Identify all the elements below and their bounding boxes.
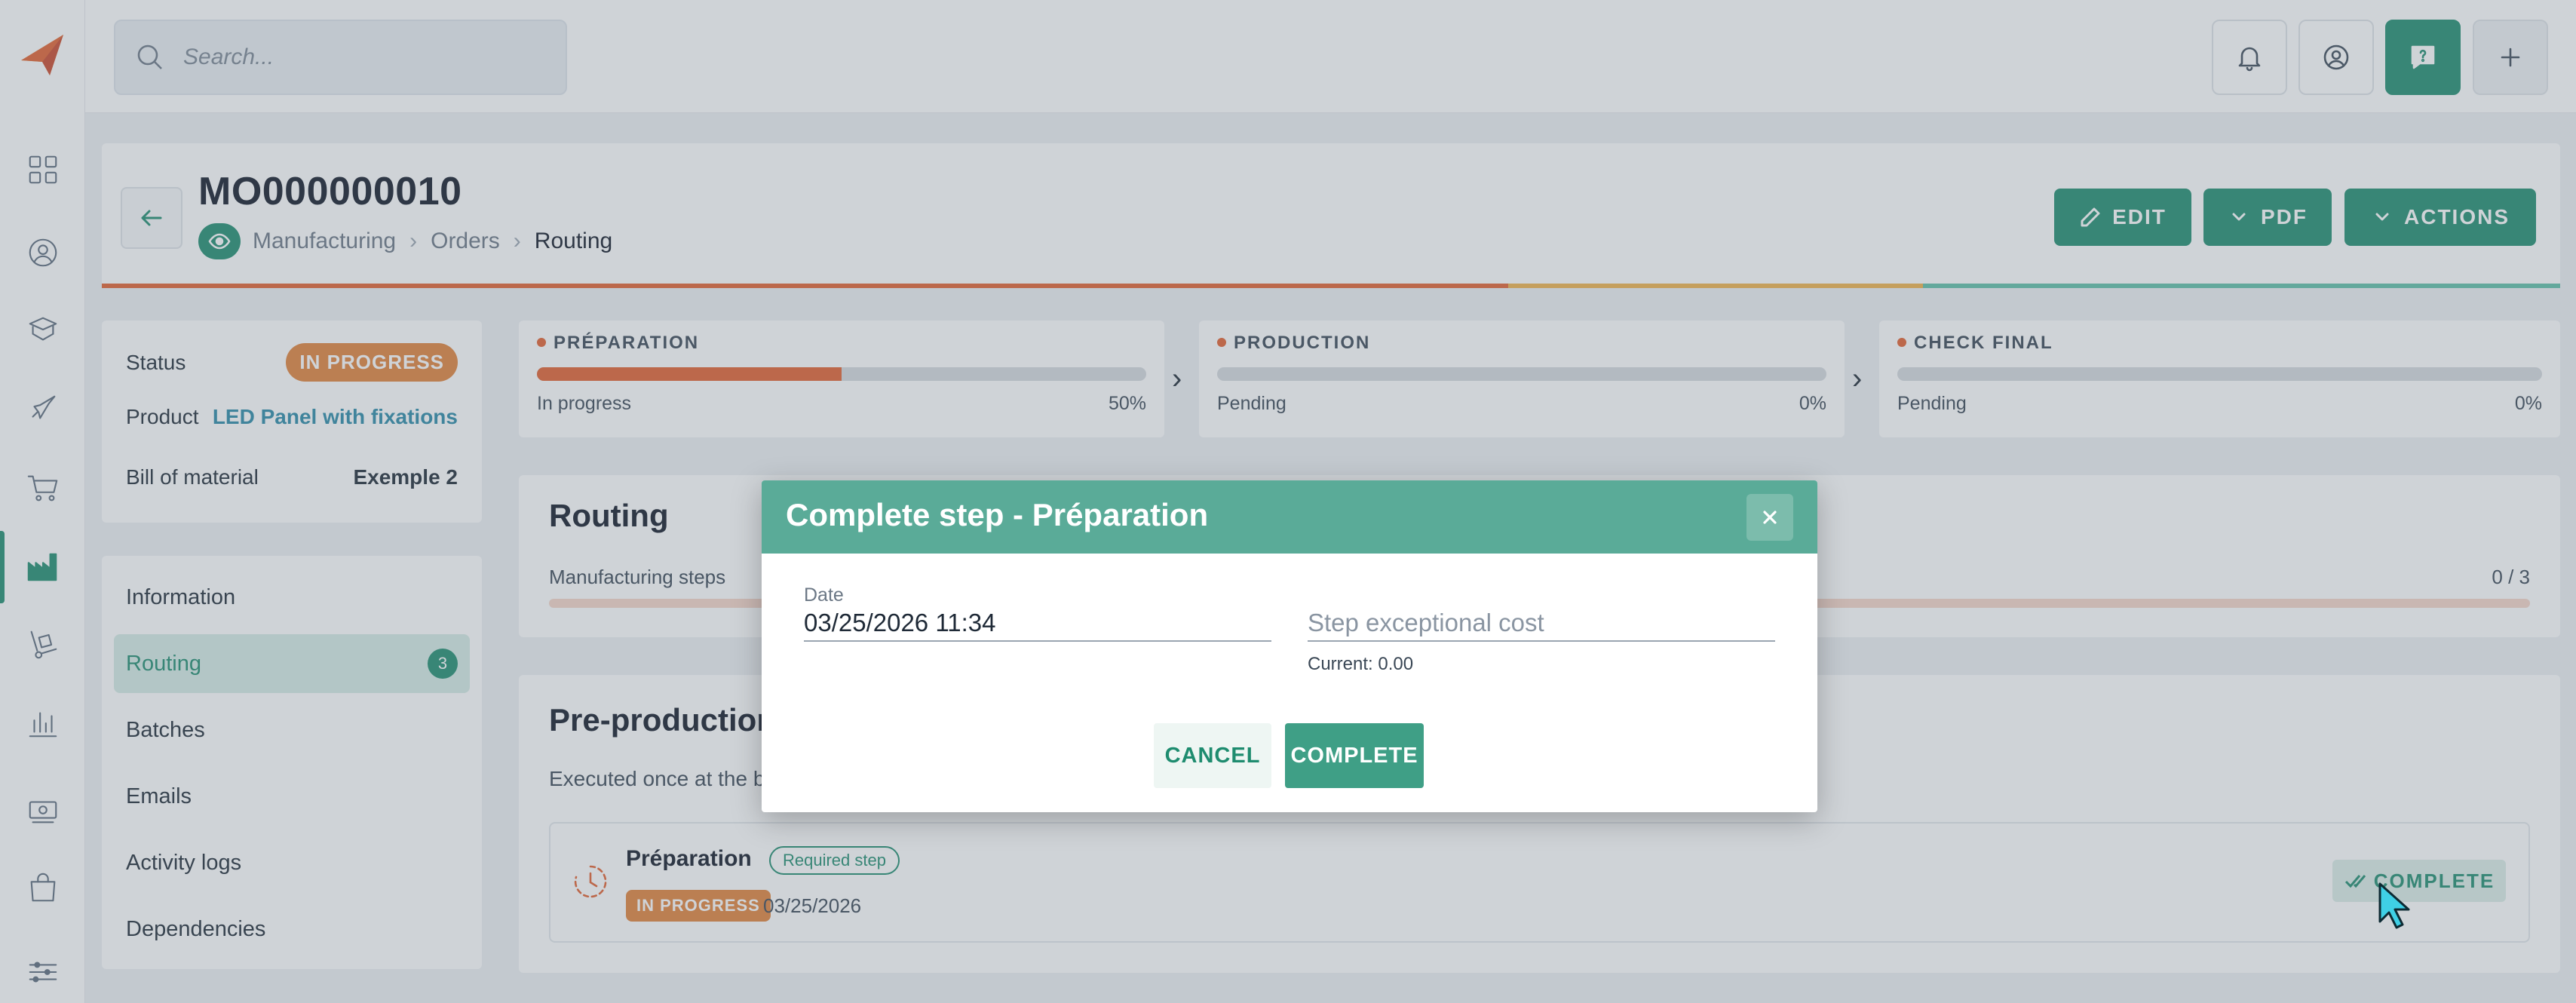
date-field-label: Date (804, 584, 844, 606)
cost-current-hint: Current: 0.00 (1308, 654, 1414, 674)
close-icon (1763, 511, 1777, 524)
complete-step-dialog: Complete step - Préparation Date 03/25/2… (762, 480, 1817, 812)
mouse-cursor-icon (2378, 882, 2410, 929)
date-field[interactable]: 03/25/2026 11:34 (804, 607, 1271, 642)
dialog-title: Complete step - Préparation (786, 497, 1209, 532)
exceptional-cost-field[interactable]: Step exceptional cost (1308, 607, 1775, 642)
cancel-button[interactable]: CANCEL (1154, 723, 1271, 788)
complete-button[interactable]: COMPLETE (1285, 723, 1424, 788)
dialog-header: Complete step - Préparation (762, 480, 1817, 554)
dialog-close-button[interactable] (1746, 494, 1793, 541)
